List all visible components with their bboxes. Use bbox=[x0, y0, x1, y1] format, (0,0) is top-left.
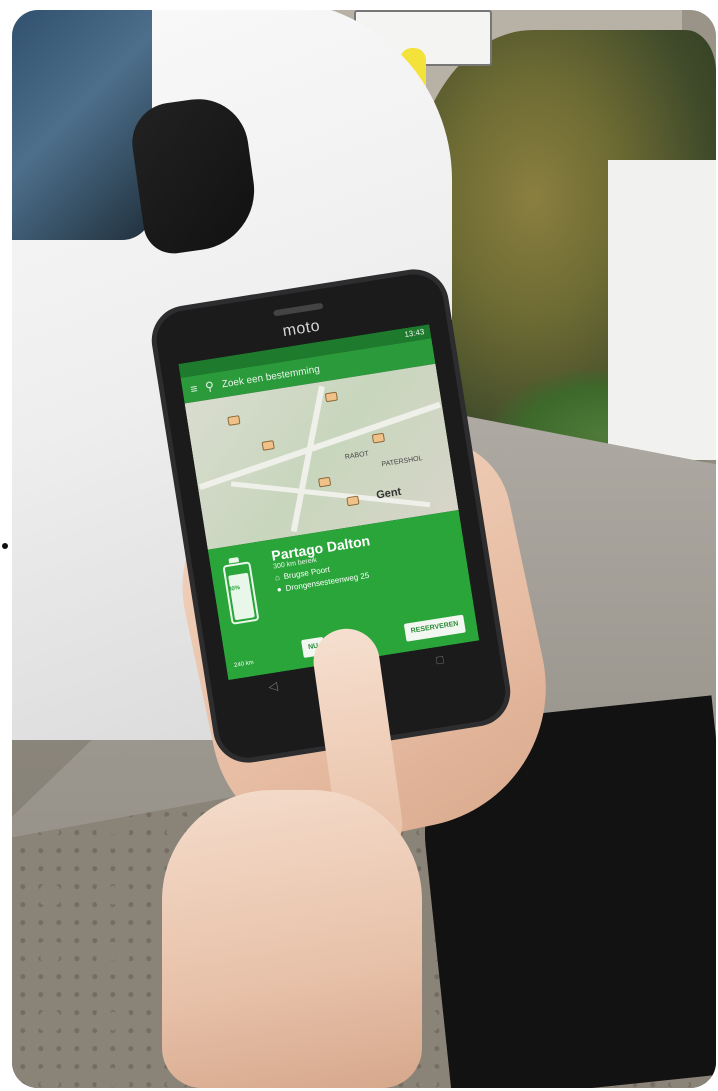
phone-speaker bbox=[273, 302, 324, 317]
car-window bbox=[12, 10, 152, 240]
range-label: 240 km bbox=[233, 659, 255, 669]
photo: moto 13:43 ≡ ⚲ Zoek een bestemming RABOT… bbox=[12, 10, 716, 1088]
phone-screen: 13:43 ≡ ⚲ Zoek een bestemming RABOT PATE… bbox=[178, 324, 480, 681]
car-pin[interactable] bbox=[324, 391, 339, 403]
reserve-button[interactable]: RESERVEREN bbox=[403, 614, 466, 642]
location-pin-icon: ● bbox=[276, 584, 283, 595]
home-icon: ⌂ bbox=[274, 572, 281, 583]
search-icon: ⚲ bbox=[204, 378, 216, 394]
map-road bbox=[290, 385, 325, 533]
pointing-hand bbox=[162, 790, 422, 1088]
map-area-label: RABOT bbox=[344, 450, 370, 462]
recents-icon[interactable]: □ bbox=[435, 652, 446, 675]
car-pin[interactable] bbox=[317, 476, 332, 488]
menu-icon[interactable]: ≡ bbox=[189, 381, 198, 396]
car-pin[interactable] bbox=[227, 415, 241, 426]
side-mirror bbox=[127, 92, 262, 258]
white-panel bbox=[608, 160, 716, 460]
car-pin[interactable] bbox=[371, 432, 386, 444]
map-area-label: PATERSHOL bbox=[381, 455, 424, 469]
battery-fill bbox=[228, 572, 255, 621]
car-pin[interactable] bbox=[346, 495, 360, 507]
edge-dot bbox=[2, 543, 8, 549]
car-pin[interactable] bbox=[261, 440, 275, 451]
back-icon[interactable]: ◁ bbox=[267, 679, 280, 702]
